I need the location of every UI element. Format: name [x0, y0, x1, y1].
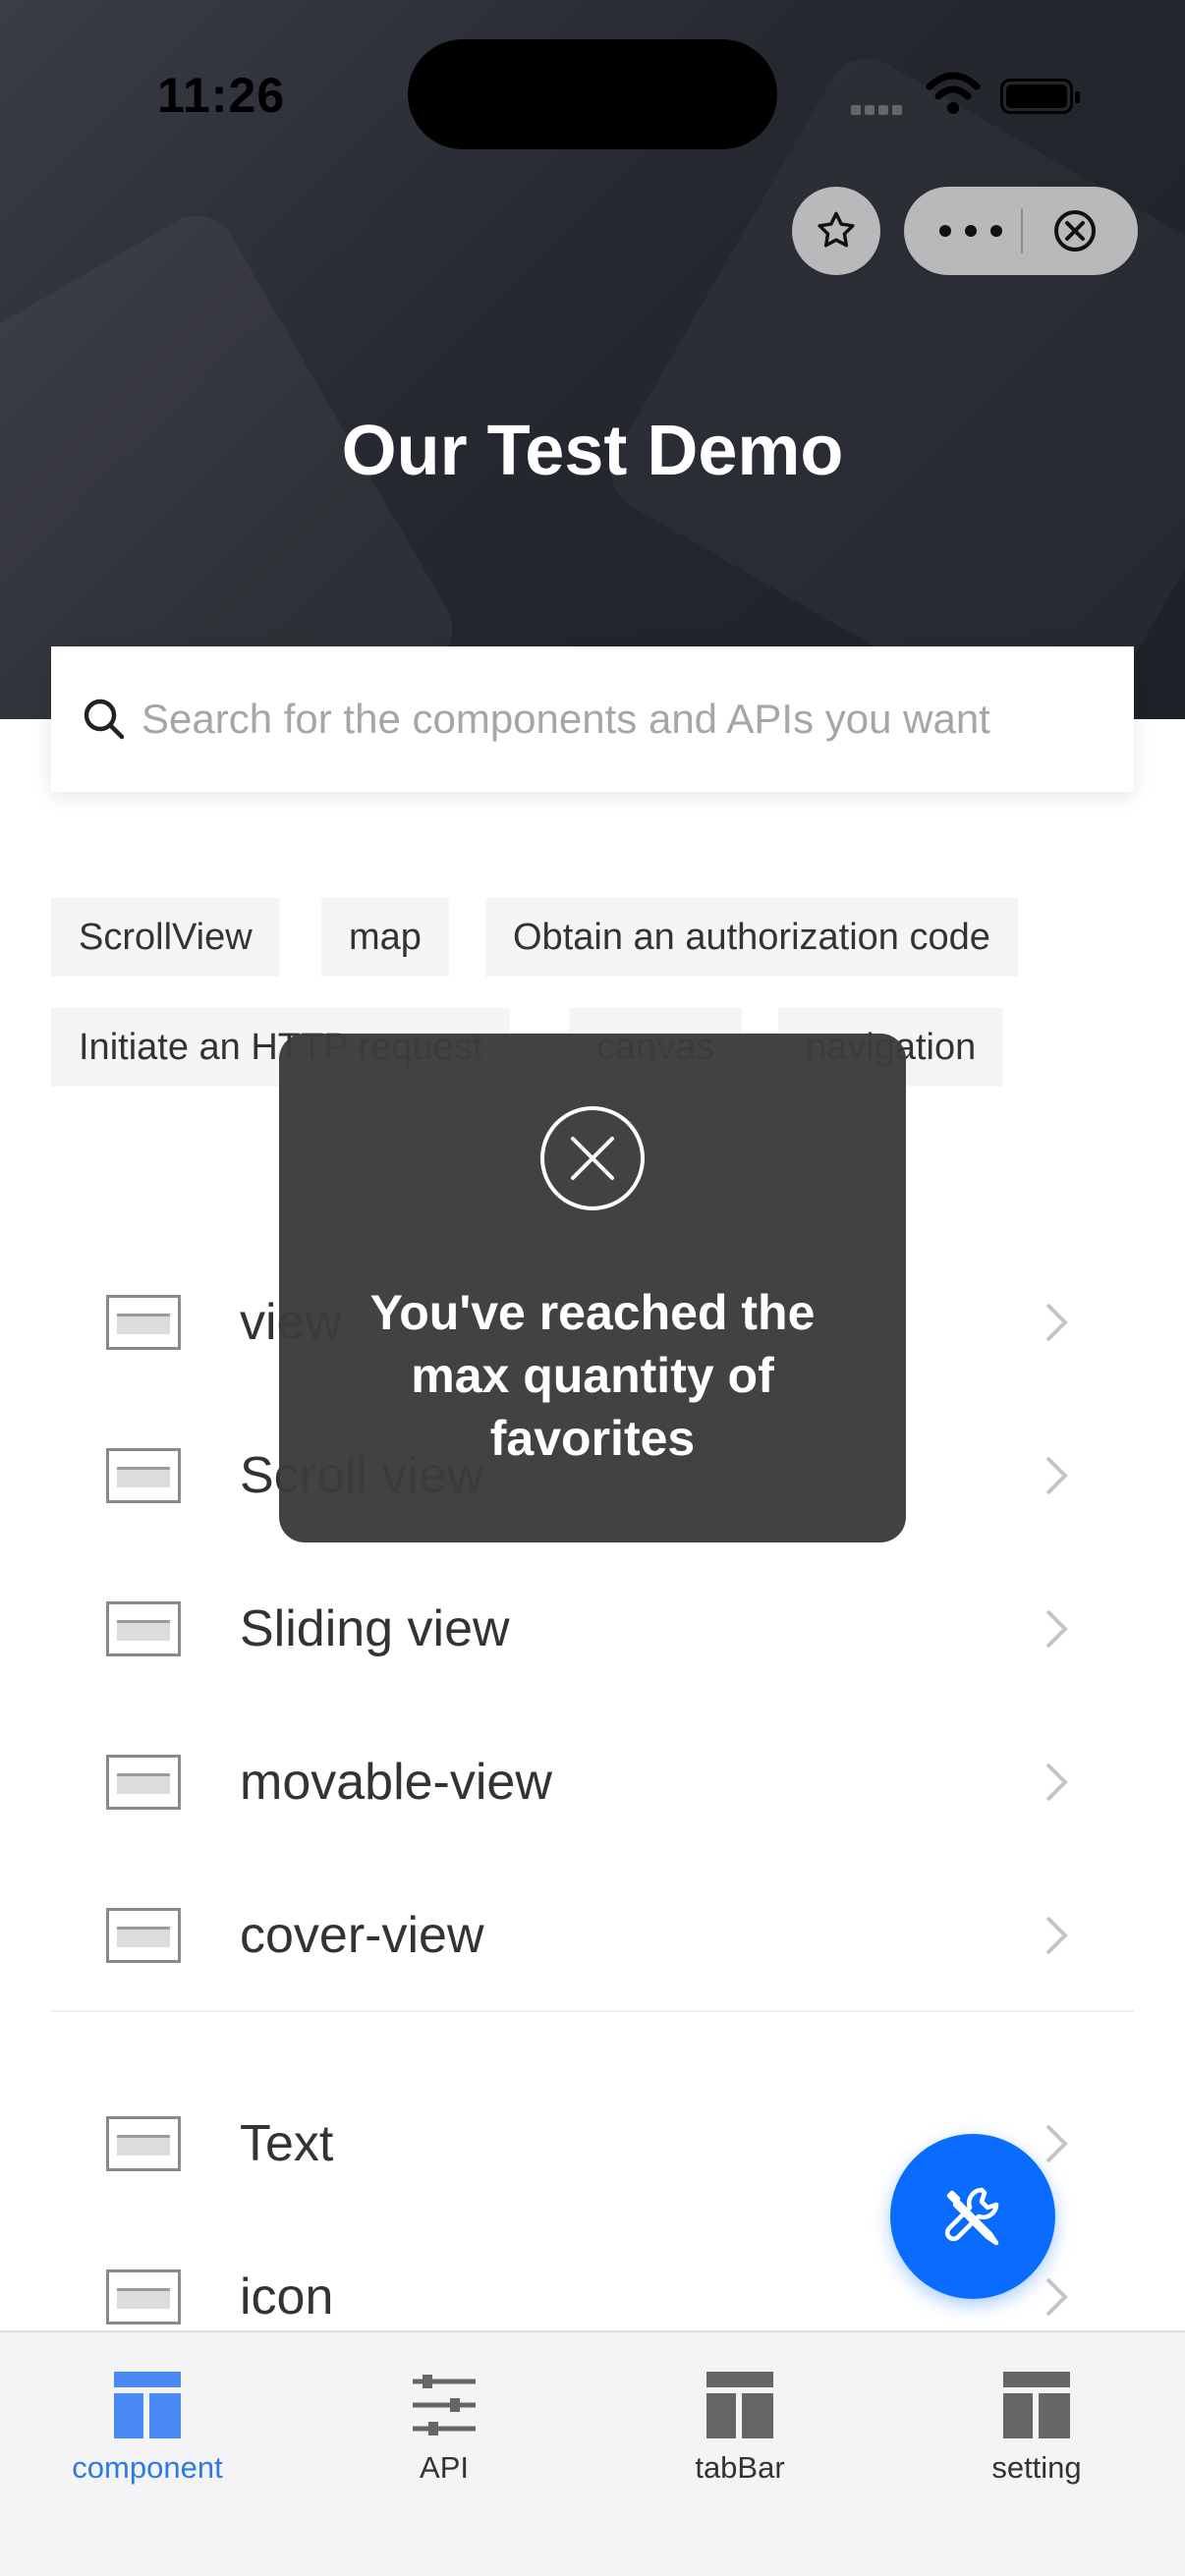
text-icon	[106, 2269, 181, 2324]
text-icon	[106, 2116, 181, 2171]
view-icon	[106, 1908, 181, 1963]
chevron-right-icon	[1045, 1303, 1068, 1342]
chevron-right-icon	[1045, 1916, 1068, 1955]
search-bar[interactable]	[51, 646, 1134, 792]
component-icon	[114, 2372, 181, 2438]
tab-api[interactable]: API	[346, 2354, 542, 2485]
chevron-right-icon	[1045, 1456, 1068, 1495]
tab-label: component	[72, 2450, 223, 2485]
chevron-right-icon	[1045, 2277, 1068, 2317]
star-icon	[818, 211, 855, 248]
capsule-divider	[1021, 208, 1023, 253]
layout-icon	[706, 2372, 773, 2438]
dynamic-island	[408, 39, 777, 149]
view-icon	[106, 1755, 181, 1810]
page-title: Our Test Demo	[341, 412, 844, 490]
view-icon	[106, 1295, 181, 1350]
tab-tabbar[interactable]: tabBar	[642, 2354, 838, 2485]
menu-capsule	[904, 187, 1138, 275]
chevron-right-icon	[1045, 1609, 1068, 1649]
list-item-label: movable-view	[240, 1754, 552, 1811]
list-item-label: Text	[240, 2115, 334, 2172]
tag-map[interactable]: map	[321, 898, 449, 977]
battery-icon	[1000, 79, 1080, 114]
tools-fab-button[interactable]	[890, 2134, 1055, 2299]
toast-text: You've reached the max quantity of favor…	[369, 1285, 816, 1466]
sliders-icon	[413, 2375, 476, 2436]
tag-scrollview[interactable]: ScrollView	[51, 898, 280, 977]
list-item-label: icon	[240, 2268, 334, 2325]
tab-component[interactable]: component	[49, 2354, 246, 2485]
status-time: 11:26	[157, 68, 286, 123]
cellular-signal-icon	[851, 102, 906, 115]
close-icon[interactable]	[1051, 207, 1099, 254]
wrench-screwdriver-icon	[944, 2187, 999, 2246]
wifi-icon	[926, 72, 981, 114]
list-item-label: cover-view	[240, 1907, 484, 1964]
list-item[interactable]: movable-view	[51, 1706, 1134, 1859]
search-icon	[84, 699, 125, 740]
list-item[interactable]: Sliding view	[51, 1552, 1134, 1706]
layout-icon	[1003, 2372, 1070, 2438]
more-button[interactable]	[939, 214, 1002, 248]
view-icon	[106, 1601, 181, 1656]
view-icon	[106, 1448, 181, 1503]
search-input[interactable]	[141, 696, 1114, 743]
tab-label: tabBar	[695, 2450, 785, 2485]
tag-authorization-code[interactable]: Obtain an authorization code	[485, 898, 1018, 977]
list-item[interactable]: cover-view	[51, 1859, 1134, 2012]
chevron-right-icon	[1045, 2124, 1068, 2163]
tab-bar: component API tabBar setting	[0, 2330, 1185, 2576]
favorite-button[interactable]	[792, 187, 880, 275]
chevron-right-icon	[1045, 1763, 1068, 1802]
toast-message: You've reached the max quantity of favor…	[279, 1034, 906, 1542]
tab-setting[interactable]: setting	[938, 2354, 1135, 2485]
error-circle-icon	[540, 1106, 645, 1210]
tab-label: setting	[991, 2450, 1082, 2485]
section-divider	[51, 2010, 1134, 2012]
list-item-label: Sliding view	[240, 1600, 510, 1657]
tab-label: API	[420, 2450, 469, 2485]
